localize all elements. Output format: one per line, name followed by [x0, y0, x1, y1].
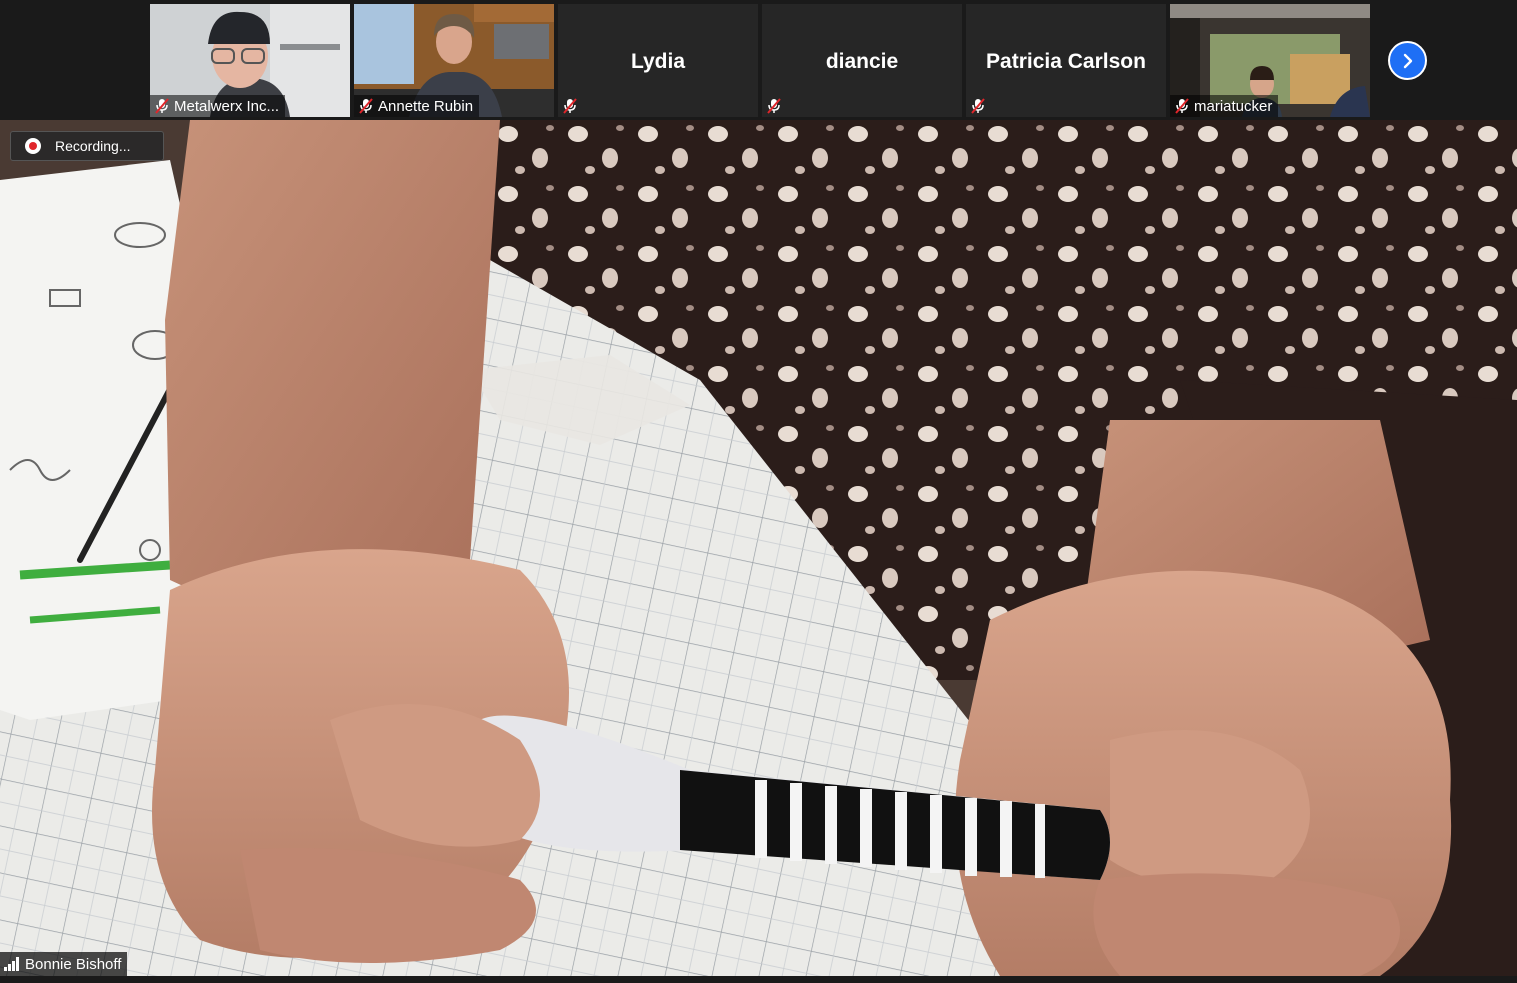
recording-label: Recording...: [55, 138, 131, 154]
active-speaker-label: Bonnie Bishoff: [0, 952, 128, 976]
bottom-edge: [0, 976, 1517, 983]
participant-name: mariatucker: [1194, 97, 1273, 115]
zoom-meeting-window: Metalwerx Inc... Annette Rubin Lydia dia…: [0, 0, 1517, 983]
signal-bars-icon: [4, 957, 19, 971]
participant-footer: Metalwerx Inc...: [150, 95, 286, 117]
muted-microphone-icon: [155, 98, 169, 114]
speaker-video-frame: [0, 120, 1517, 976]
recording-indicator[interactable]: Recording...: [10, 131, 164, 161]
participant-tile-mariatucker[interactable]: mariatucker: [1170, 4, 1370, 117]
participant-footer: [762, 95, 788, 117]
participant-name: Annette Rubin: [378, 97, 474, 115]
recording-dot-icon: [25, 138, 41, 154]
participant-strip: Metalwerx Inc... Annette Rubin Lydia dia…: [0, 0, 1517, 120]
participant-name-large: Lydia: [630, 50, 686, 73]
participant-name-large: Patricia Carlson: [986, 50, 1146, 73]
next-page-button[interactable]: [1388, 41, 1427, 80]
participant-name-large: diancie: [825, 50, 899, 73]
participant-footer: Annette Rubin: [354, 95, 480, 117]
muted-microphone-icon: [1175, 98, 1189, 114]
muted-microphone-icon: [971, 98, 985, 114]
active-speaker-name: Bonnie Bishoff: [25, 955, 122, 973]
participant-name: Metalwerx Inc...: [174, 97, 280, 115]
chevron-right-icon: [1403, 53, 1412, 68]
participant-footer: [558, 95, 584, 117]
participant-footer: [966, 95, 992, 117]
participant-tile-lydia[interactable]: Lydia: [558, 4, 758, 117]
participant-tile-patricia-carlson[interactable]: Patricia Carlson: [966, 4, 1166, 117]
muted-microphone-icon: [563, 98, 577, 114]
muted-microphone-icon: [767, 98, 781, 114]
participant-tile-diancie[interactable]: diancie: [762, 4, 962, 117]
participant-footer: mariatucker: [1170, 95, 1279, 117]
participant-tile-annette-rubin[interactable]: Annette Rubin: [354, 4, 554, 117]
participant-tile-metalwerx[interactable]: Metalwerx Inc...: [150, 4, 350, 117]
active-speaker-video: [0, 120, 1517, 976]
muted-microphone-icon: [359, 98, 373, 114]
